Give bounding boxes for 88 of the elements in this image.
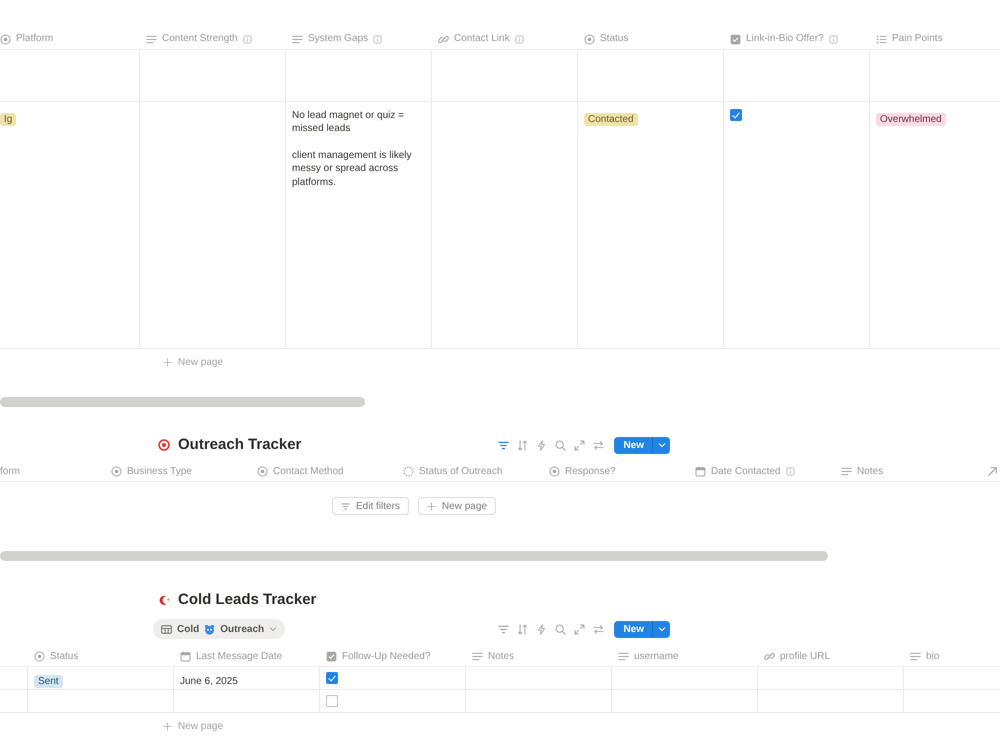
link-icon bbox=[764, 651, 775, 662]
database-title: Outreach Tracker bbox=[178, 436, 302, 454]
swap-arrows-icon[interactable] bbox=[593, 624, 604, 634]
search-icon[interactable] bbox=[555, 440, 566, 450]
scrollbar-thumb[interactable] bbox=[0, 551, 828, 561]
text-lines-icon bbox=[292, 34, 303, 44]
lightning-icon[interactable] bbox=[536, 624, 548, 634]
sort-icon[interactable] bbox=[517, 624, 528, 634]
circle-dot-icon bbox=[111, 466, 122, 477]
dashed-circle-icon bbox=[403, 466, 414, 477]
list-icon bbox=[876, 34, 887, 44]
column-header[interactable]: bio bbox=[926, 650, 940, 662]
text-lines-icon bbox=[146, 34, 157, 44]
new-button[interactable]: New bbox=[614, 436, 652, 454]
tag: Contacted bbox=[584, 113, 638, 126]
text-lines-icon bbox=[618, 651, 629, 662]
chevron-down-icon bbox=[269, 625, 278, 633]
column-header[interactable]: Contact Link bbox=[454, 33, 510, 45]
checkbox[interactable] bbox=[326, 695, 338, 707]
new-options-button[interactable] bbox=[652, 620, 670, 638]
circle-dot-icon bbox=[0, 34, 11, 44]
checkbox[interactable] bbox=[730, 109, 742, 121]
column-header[interactable]: Follow-Up Needed? bbox=[342, 650, 430, 662]
database-title: Cold Leads Tracker bbox=[178, 591, 316, 609]
column-header[interactable]: Platform bbox=[16, 33, 54, 45]
expand-icon[interactable] bbox=[574, 624, 586, 634]
column-header[interactable]: Business Type bbox=[127, 466, 192, 478]
link-icon bbox=[438, 34, 449, 44]
emoji-icon bbox=[204, 624, 216, 634]
cell-text: No lead magnet or quiz = missed leads bbox=[292, 109, 406, 136]
column-header[interactable]: profile URL bbox=[780, 650, 830, 662]
filter-icon[interactable] bbox=[498, 624, 510, 634]
calendar-icon bbox=[180, 651, 191, 662]
new-page-button[interactable]: New page bbox=[163, 356, 224, 368]
plus-icon bbox=[163, 722, 172, 730]
view-tab[interactable]: Cold Outreach bbox=[153, 619, 286, 639]
cell-text: June 6, 2025 bbox=[180, 676, 238, 687]
calendar-icon bbox=[695, 466, 706, 477]
circle-dot-icon bbox=[549, 466, 560, 477]
tick-square-icon bbox=[730, 34, 741, 44]
tag: Ig bbox=[0, 113, 16, 126]
column-header[interactable]: Link-in-Bio Offer? bbox=[746, 33, 824, 45]
plus-icon bbox=[426, 502, 436, 510]
chevron-down-icon bbox=[658, 625, 666, 633]
circle-dot-icon bbox=[584, 34, 595, 44]
column-header[interactable]: Status bbox=[50, 650, 78, 662]
column-header[interactable]: Date Contacted bbox=[711, 466, 780, 478]
target-icon bbox=[158, 439, 170, 451]
text-lines-icon bbox=[472, 651, 483, 662]
table-icon bbox=[161, 624, 172, 634]
new-button[interactable]: New bbox=[614, 620, 652, 638]
column-header[interactable]: Response? bbox=[565, 466, 616, 478]
lightning-icon[interactable] bbox=[536, 440, 548, 450]
plus-icon bbox=[163, 358, 172, 366]
column-header[interactable]: form bbox=[0, 466, 20, 478]
circle-dot-icon bbox=[257, 466, 268, 477]
new-page-button[interactable]: New page bbox=[163, 720, 224, 732]
circle-dot-icon bbox=[34, 651, 45, 662]
cell-text: client management is likely messy or spread across platforms. bbox=[292, 148, 412, 190]
text-lines-icon bbox=[841, 466, 852, 477]
scrollbar-thumb[interactable] bbox=[0, 397, 365, 407]
column-header[interactable]: Content Strength bbox=[162, 33, 238, 45]
filter-icon[interactable] bbox=[498, 440, 510, 450]
crescent-icon bbox=[158, 594, 170, 606]
edit-filters-button[interactable]: Edit filters bbox=[332, 497, 409, 515]
tick-square-icon bbox=[326, 651, 337, 662]
search-icon[interactable] bbox=[555, 624, 566, 634]
column-header[interactable]: Notes bbox=[488, 650, 514, 662]
checkbox[interactable] bbox=[326, 672, 338, 684]
swap-arrows-icon[interactable] bbox=[593, 440, 604, 450]
diagonal-arrow-icon bbox=[987, 466, 998, 477]
column-header[interactable]: Status bbox=[600, 33, 628, 45]
column-header[interactable]: username bbox=[634, 650, 678, 662]
column-header[interactable]: System Gaps bbox=[308, 33, 368, 45]
column-header[interactable]: Notes bbox=[857, 466, 884, 478]
expand-icon[interactable] bbox=[574, 440, 586, 450]
new-options-button[interactable] bbox=[652, 436, 670, 454]
column-header[interactable]: Last Message Date bbox=[196, 650, 282, 662]
column-header[interactable]: Status of Outreach bbox=[419, 466, 502, 478]
new-page-button[interactable]: New page bbox=[418, 497, 496, 515]
text-lines-icon bbox=[910, 651, 921, 662]
tag: Overwhelmed bbox=[876, 113, 946, 126]
filter-icon bbox=[341, 502, 350, 510]
column-header[interactable]: Pain Points bbox=[892, 33, 943, 45]
tag: Sent bbox=[34, 675, 63, 688]
column-header[interactable]: Contact Method bbox=[273, 466, 344, 478]
sort-icon[interactable] bbox=[517, 440, 528, 450]
chevron-down-icon bbox=[658, 441, 666, 449]
